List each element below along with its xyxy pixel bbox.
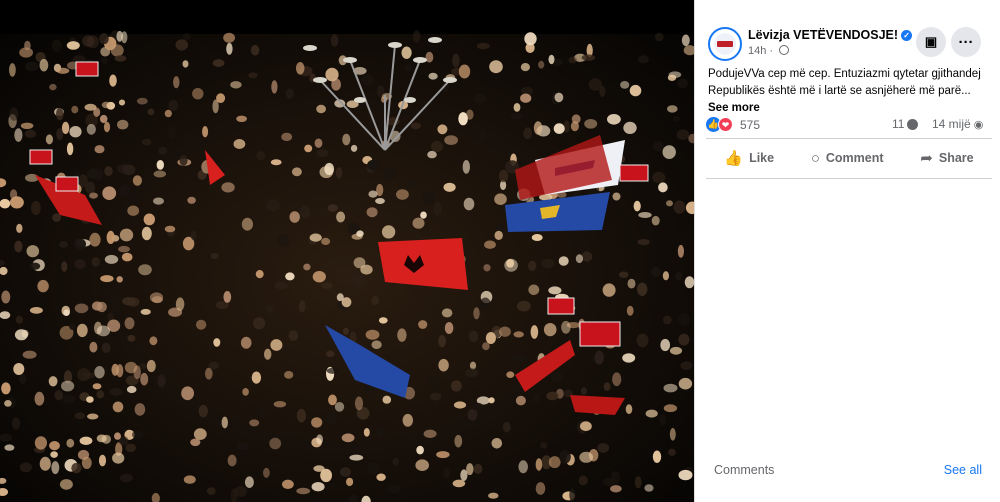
share-button[interactable]: ➦ Share (920, 149, 973, 167)
post-timestamp[interactable]: 14h · (748, 45, 790, 57)
like-button[interactable]: 👍 Like (724, 149, 774, 167)
thumbs-up-icon: 👍 (724, 150, 744, 167)
view-count-value: 14 mijë (932, 117, 971, 131)
reaction-count[interactable]: 575 (740, 118, 760, 132)
verified-badge-icon: ✓ (901, 30, 913, 41)
post-photo[interactable] (0, 0, 694, 502)
comment-label: Comment (825, 151, 884, 165)
crowd-photo-image (0, 0, 694, 502)
page-name[interactable]: Lëvizja VETËVENDOSJE! ✓ (748, 28, 913, 42)
comment-bubble-icon (907, 119, 919, 130)
share-arrow-icon: ➦ (920, 150, 933, 167)
caption-line: Republikës është më i lartë se asnjëherë… (708, 85, 971, 97)
like-label: Like (749, 151, 775, 165)
view-count: 14 mijë ◉ (932, 117, 983, 131)
comment-button[interactable]: ○ Comment (811, 150, 884, 167)
divider (706, 178, 992, 179)
bookmark-icon: ▣ (924, 34, 938, 49)
share-label: Share (938, 151, 974, 165)
bookmark-button[interactable]: ▣ (916, 27, 946, 57)
page-name-text[interactable]: Lëvizja VETËVENDOSJE! (748, 28, 898, 42)
comment-count[interactable]: 11 (892, 117, 919, 131)
post-actions-bar: 👍 Like ○ Comment ➦ Share (706, 143, 992, 173)
post-header: Lëvizja VETËVENDOSJE! ✓ 14h · ▣ ··· (708, 27, 993, 63)
see-all-comments-link[interactable]: See all (944, 463, 982, 477)
divider (706, 138, 992, 139)
more-options-button[interactable]: ··· (951, 27, 981, 57)
comments-section-label: Comments (714, 463, 775, 477)
post-details-panel: Lëvizja VETËVENDOSJE! ✓ 14h · ▣ ··· Poduj… (694, 0, 1000, 502)
more-options-icon: ··· (958, 33, 974, 51)
see-more-link[interactable]: See more (708, 100, 996, 117)
caption-line: PodujeVVa cep më cep. Entuziazmi qytetar… (708, 68, 981, 80)
page-avatar[interactable] (708, 27, 742, 61)
comment-bubble-icon: ○ (810, 149, 820, 167)
post-time-text[interactable]: 14h (748, 45, 766, 57)
comment-count-value[interactable]: 11 (892, 117, 904, 131)
eye-icon: ◉ (973, 119, 984, 131)
love-reaction-icon[interactable]: ❤ (718, 117, 733, 132)
globe-icon (779, 45, 790, 55)
post-stats: 👍 ❤ 575 11 14 mijë ◉ (706, 116, 992, 134)
post-caption: PodujeVVa cep më cep. Entuziazmi qytetar… (708, 66, 996, 117)
party-logo-icon (717, 41, 733, 47)
